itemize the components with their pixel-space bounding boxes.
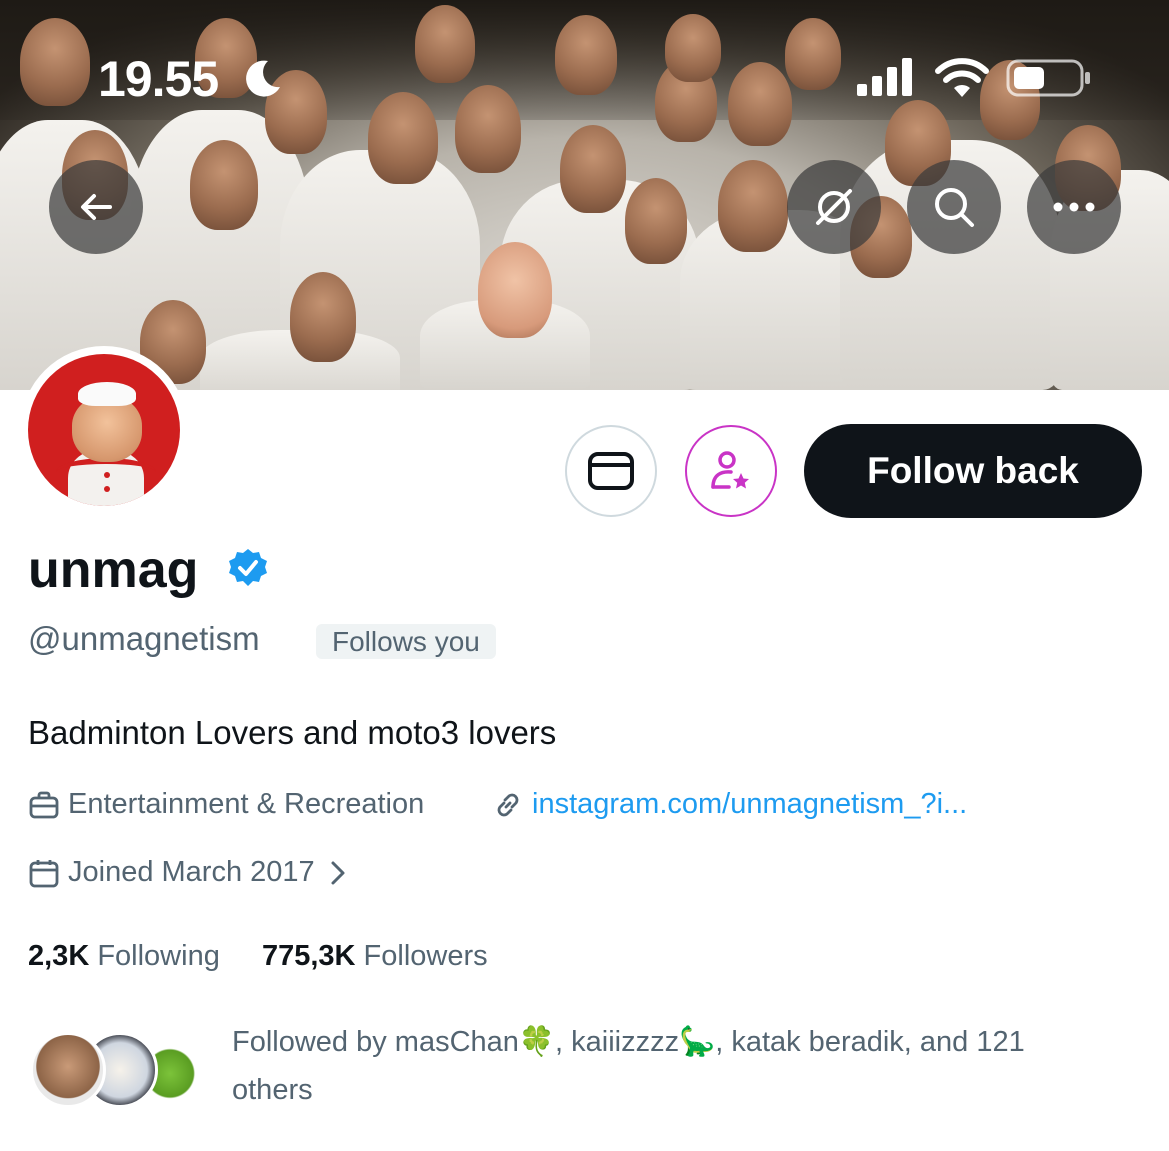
category-label: Entertainment & Recreation (68, 788, 425, 820)
back-button[interactable] (49, 160, 143, 254)
follows-you-badge: Follows you (316, 624, 496, 659)
avatar (30, 1032, 106, 1108)
subscribe-button[interactable] (685, 425, 777, 517)
followers-label: Followers (363, 940, 488, 972)
banner-figure (665, 14, 721, 82)
banner-figure (785, 18, 841, 90)
avatar-photo (28, 354, 180, 506)
banner-figure (555, 15, 617, 95)
moon-icon (246, 60, 280, 97)
banner-figure (190, 140, 258, 230)
profile-stats: 2,3K Following 775,3K Followers (28, 940, 488, 973)
person-star-icon (711, 451, 749, 489)
followed-by-text[interactable]: Followed by masChan🍀, kaiiizzzz🦕, katak … (232, 1018, 1112, 1114)
briefcase-icon (29, 791, 59, 818)
message-button[interactable] (565, 425, 657, 517)
wifi-icon (935, 58, 989, 97)
banner-figure (415, 5, 475, 83)
verified-badge-icon[interactable] (228, 548, 268, 588)
following-label: Following (97, 940, 220, 972)
profile-category: Entertainment & Recreation (28, 788, 424, 821)
signal-icon (857, 58, 912, 96)
followers-count: 775,3K (261, 940, 356, 972)
banner-figure (20, 18, 90, 106)
envelope-icon (588, 452, 634, 490)
profile-banner[interactable]: 19.55 (0, 0, 1169, 390)
joined-label: Joined March 2017 (68, 856, 315, 888)
user-handle: @unmagnetism (28, 620, 260, 657)
banner-figure (478, 242, 552, 338)
profile-bio: Badminton Lovers and moto3 lovers (28, 714, 557, 751)
website-link[interactable]: instagram.com/unmagnetism_?i... (532, 788, 967, 821)
profile-joined[interactable]: Joined March 2017 (28, 856, 349, 889)
calendar-icon (29, 859, 59, 887)
follow-back-button[interactable]: Follow back (804, 424, 1142, 518)
translate-button[interactable] (787, 160, 881, 254)
banner-figure (718, 160, 788, 252)
following-count: 2,3K (28, 940, 90, 972)
search-icon (935, 188, 974, 227)
battery-icon (1006, 59, 1090, 97)
following-stat[interactable]: 2,3K Following (28, 940, 220, 972)
followers-stat[interactable]: 775,3K Followers (262, 940, 488, 972)
profile-avatar[interactable] (20, 346, 188, 514)
arrow-left-icon (81, 194, 112, 220)
banner-figure (368, 92, 438, 184)
link-icon (497, 793, 519, 816)
banner-figure (290, 272, 356, 362)
chevron-right-icon (331, 861, 345, 884)
status-time: 19.55 (98, 51, 219, 107)
banner-figure (625, 178, 687, 264)
more-button[interactable] (1027, 160, 1121, 254)
banner-figure (560, 125, 626, 213)
globe-slash-icon (816, 189, 852, 225)
more-dots-icon (1053, 202, 1095, 212)
banner-figure (728, 62, 792, 146)
profile-website[interactable]: instagram.com/unmagnetism_?i... (492, 788, 967, 821)
banner-figure (455, 85, 521, 173)
search-button[interactable] (907, 160, 1001, 254)
display-name: unmag (28, 541, 199, 599)
